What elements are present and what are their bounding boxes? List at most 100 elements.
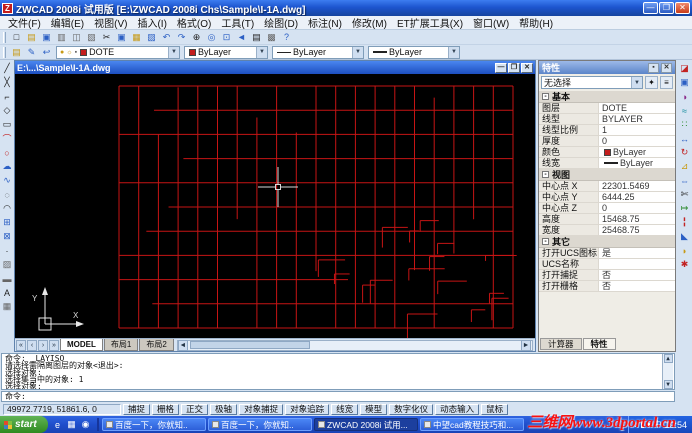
menu-item[interactable]: 窗口(W) (468, 15, 514, 30)
copy-object-icon[interactable]: ▣ (678, 76, 691, 89)
status-toggle-button[interactable]: 捕捉 (123, 404, 151, 415)
ellipse-icon[interactable]: ◌ (1, 188, 14, 201)
zoom-realtime-icon[interactable]: ◎ (204, 31, 219, 44)
circle-icon[interactable]: ○ (1, 146, 14, 159)
scroll-left-icon[interactable]: ◄ (177, 339, 188, 351)
help-icon[interactable]: ? (279, 31, 294, 44)
next-tab-button[interactable]: › (38, 339, 48, 351)
make-object-layer-current-icon[interactable]: ✎ (24, 46, 39, 59)
palette-close-icon[interactable]: ✕ (661, 62, 672, 73)
menu-item[interactable]: 帮助(H) (514, 15, 558, 30)
rectangle-icon[interactable]: ▭ (1, 118, 14, 131)
collapse-icon[interactable]: - (542, 171, 549, 178)
arc-icon[interactable]: ⌒ (1, 132, 14, 145)
save-icon[interactable]: ▣ (39, 31, 54, 44)
make-block-icon[interactable]: ⊠ (1, 230, 14, 243)
mirror-icon[interactable]: ◑ (678, 90, 691, 103)
property-row-center-y[interactable]: 中心点 Y 6444.25 (539, 192, 675, 203)
extend-icon[interactable]: ↦ (678, 202, 691, 215)
tab-properties[interactable]: 特性 (582, 338, 616, 350)
tab-model[interactable]: MODEL (60, 339, 103, 351)
mtext-icon[interactable]: A (1, 286, 14, 299)
cut-icon[interactable]: ✂ (99, 31, 114, 44)
taskbar-task-baidu1[interactable]: 百度一下，你就知.. (102, 418, 206, 431)
property-row-thickness[interactable]: 厚度 0 (539, 136, 675, 147)
menu-item[interactable]: 编辑(E) (46, 15, 89, 30)
tab-layout1[interactable]: 布局1 (103, 339, 139, 351)
tab-layout2[interactable]: 布局2 (139, 339, 174, 351)
move-icon[interactable]: ↔ (678, 132, 691, 145)
property-row-center-z[interactable]: 中心点 Z 0 (539, 203, 675, 214)
menu-item[interactable]: 工具(T) (216, 15, 259, 30)
show-desktop-icon[interactable]: ▦ (65, 418, 78, 431)
model-space-canvas[interactable]: Y X (15, 74, 535, 340)
spline-icon[interactable]: ∿ (1, 174, 14, 187)
plot-icon[interactable]: ▥ (54, 31, 69, 44)
scroll-up-icon[interactable]: ▲ (663, 354, 673, 363)
color-combo[interactable]: ByLayer ▼ (184, 45, 268, 59)
property-row-grid-on[interactable]: 打开栅格 否 (539, 281, 675, 292)
close-button[interactable]: ✕ (675, 2, 690, 14)
media-player-icon[interactable]: ◉ (79, 418, 92, 431)
property-row-ucs-name[interactable]: UCS名称 (539, 259, 675, 270)
status-toggle-button[interactable]: 鼠标 (481, 404, 509, 415)
chevron-down-icon[interactable]: ▼ (448, 46, 459, 58)
fillet-icon[interactable]: ◗ (678, 244, 691, 257)
ellipse-arc-icon[interactable]: ◠ (1, 202, 14, 215)
region-icon[interactable]: ▬ (1, 272, 14, 285)
doc-close-button[interactable]: ✕ (521, 62, 533, 73)
property-row-height[interactable]: 高度 15468.75 (539, 214, 675, 225)
properties-palette-icon[interactable]: ▤ (249, 31, 264, 44)
menu-item[interactable]: 绘图(D) (259, 15, 303, 30)
match-properties-icon[interactable]: ▨ (144, 31, 159, 44)
doc-minimize-button[interactable]: — (495, 62, 507, 73)
trim-icon[interactable]: ✄ (678, 188, 691, 201)
collapse-icon[interactable]: - (542, 238, 549, 245)
toolbar-grip[interactable] (3, 46, 6, 58)
open-file-icon[interactable]: ▤ (24, 31, 39, 44)
menu-item[interactable]: ET扩展工具(X) (392, 15, 468, 30)
command-input[interactable]: 命令: (1, 391, 675, 402)
explode-icon[interactable]: ✱ (678, 258, 691, 271)
document-titlebar[interactable]: E:\...\Sample\I-1A.dwg — ❐ ✕ (15, 61, 535, 74)
command-scrollbar[interactable]: ▲ ▼ (662, 354, 673, 389)
print-preview-icon[interactable]: ◫ (69, 31, 84, 44)
palette-titlebar[interactable]: 特性 ▪ ✕ (539, 61, 675, 74)
copy-icon[interactable]: ▣ (114, 31, 129, 44)
scale-icon[interactable]: ⊿ (678, 160, 691, 173)
status-toggle-button[interactable]: 栅格 (152, 404, 180, 415)
property-row-color[interactable]: 颜色 ByLayer (539, 147, 675, 158)
taskbar-task-zwcad[interactable]: ZWCAD 2008i 试用... (314, 418, 418, 431)
group-view[interactable]: - 视图 (539, 169, 675, 181)
undo-icon[interactable]: ↶ (159, 31, 174, 44)
autohide-pin-icon[interactable]: ▪ (648, 62, 659, 73)
menu-item[interactable]: 视图(V) (89, 15, 132, 30)
point-icon[interactable]: · (1, 244, 14, 257)
rotate-icon[interactable]: ↻ (678, 146, 691, 159)
status-toggle-button[interactable]: 模型 (360, 404, 388, 415)
menu-item[interactable]: 修改(M) (347, 15, 392, 30)
polyline-icon[interactable]: ⌐ (1, 90, 14, 103)
property-row-snap-on[interactable]: 打开捕捉 否 (539, 270, 675, 281)
group-other[interactable]: - 其它 (539, 236, 675, 248)
pan-icon[interactable]: ⊕ (189, 31, 204, 44)
zoom-previous-icon[interactable]: ◄ (234, 31, 249, 44)
line-icon[interactable]: ╱ (1, 62, 14, 75)
select-objects-icon[interactable]: ≡ (660, 76, 673, 89)
layer-previous-icon[interactable]: ↩ (39, 46, 54, 59)
zoom-window-icon[interactable]: ⊡ (219, 31, 234, 44)
tab-calculator[interactable]: 计算器 (540, 338, 582, 350)
chevron-down-icon[interactable]: ▼ (631, 77, 642, 88)
array-icon[interactable]: ∷ (678, 118, 691, 131)
hatch-icon[interactable]: ▨ (1, 258, 14, 271)
status-toggle-button[interactable]: 数字化仪 (389, 404, 434, 415)
paste-icon[interactable]: ▦ (129, 31, 144, 44)
property-row-ucs-icon-on[interactable]: 打开UCS图标 是 (539, 248, 675, 259)
command-history[interactable]: 命令: _LAYISO 请选择需隔离图层的对象<退出>: 选择对象: 选择集当中的对象… (1, 353, 675, 390)
ie-browser-icon[interactable]: e (51, 418, 64, 431)
status-toggle-button[interactable]: 动态输入 (435, 404, 480, 415)
prev-tab-button[interactable]: ‹ (27, 339, 37, 351)
layer-combo[interactable]: ● ☼ ▪ DOTE ▼ (56, 45, 180, 59)
chamfer-icon[interactable]: ◣ (678, 230, 691, 243)
menu-item[interactable]: 文件(F) (3, 15, 46, 30)
